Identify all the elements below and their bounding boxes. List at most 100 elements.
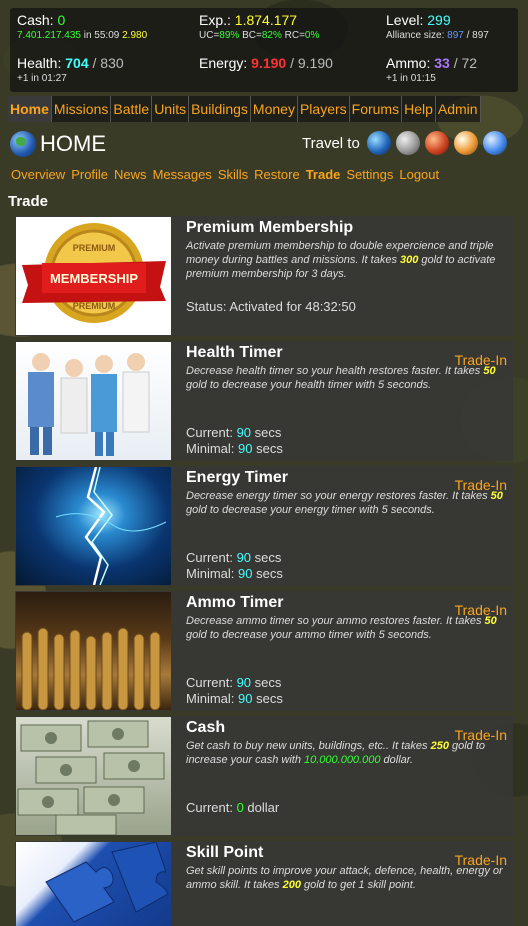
unit: secs	[251, 675, 282, 690]
main-nav: Home Missions Battle Units Buildings Mon…	[8, 96, 481, 122]
current-number: 90	[236, 550, 252, 565]
subnav-news[interactable]: News	[111, 166, 150, 184]
exp-value: 1.874.177	[234, 12, 298, 28]
rc-value: 0%	[304, 30, 320, 41]
gold-value: 2.980	[122, 30, 148, 41]
trade-card-premium: MEMBERSHIP PREMIUM PREMIUM Premium Membe…	[15, 216, 513, 336]
health-stat: Health: 704 / 830 +1 in 01:27	[17, 55, 124, 84]
minimal-label: Minimal:	[186, 441, 239, 456]
card-description: Decrease ammo timer so your ammo restore…	[186, 614, 508, 642]
current-value: Current: 90 secs	[186, 675, 281, 690]
nav-money[interactable]: Money	[251, 96, 298, 122]
health-value: 704	[65, 55, 89, 71]
card-description: Decrease energy timer so your energy res…	[186, 489, 508, 517]
nav-admin[interactable]: Admin	[436, 96, 481, 122]
alliance-value: 897	[447, 30, 464, 41]
bc-label: BC=	[242, 30, 262, 41]
nav-missions[interactable]: Missions	[52, 96, 112, 122]
unit: secs	[252, 441, 283, 456]
ammo-stat: Ammo: 33 / 72 +1 in 01:15	[386, 55, 477, 84]
current-label: Current:	[186, 425, 237, 440]
subnav-restore[interactable]: Restore	[251, 166, 303, 184]
venus-planet-icon[interactable]	[453, 131, 478, 155]
cash-stat: Cash: 0 7.401.217.435 in 55:09 2.980	[17, 12, 147, 41]
ammo-timer: +1 in 01:15	[386, 73, 436, 84]
minimal-value: Minimal: 90 secs	[186, 566, 283, 581]
trade-card-skill-point: Skill Point Trade-In Get skill points to…	[15, 841, 513, 926]
gold-cost: 50	[490, 490, 503, 502]
mars-planet-icon[interactable]	[424, 131, 449, 155]
nav-forums[interactable]: Forums	[350, 96, 403, 122]
unit: secs	[251, 425, 282, 440]
desc-part: gold to get 1 skill point.	[300, 879, 416, 891]
nav-buildings[interactable]: Buildings	[189, 96, 251, 122]
subnav-logout[interactable]: Logout	[396, 166, 442, 184]
subnav-overview[interactable]: Overview	[8, 166, 68, 184]
energy-max: / 9.190	[290, 55, 333, 71]
nav-battle[interactable]: Battle	[111, 96, 153, 122]
energy-label: Energy:	[199, 55, 248, 71]
membership-badge-image: MEMBERSHIP PREMIUM PREMIUM	[16, 217, 171, 335]
uc-label: UC=	[199, 30, 220, 41]
nav-home[interactable]: Home	[8, 96, 52, 122]
nav-units[interactable]: Units	[152, 96, 190, 122]
cash-sub: 7.401.217.435 in 55:09 2.980	[17, 30, 147, 41]
section-title: Trade	[8, 193, 49, 210]
card-title: Premium Membership	[186, 219, 354, 236]
membership-status: Status: Activated for 48:32:50	[186, 299, 356, 314]
desc-part: dollar.	[380, 754, 414, 766]
moon-planet-icon[interactable]	[395, 131, 420, 155]
nav-players[interactable]: Players	[298, 96, 350, 122]
energy-bolt-image	[16, 467, 171, 585]
cash-timer: in 55:09	[83, 30, 120, 41]
health-label: Health:	[17, 55, 62, 71]
trade-card-ammo: Ammo Timer Trade-In Decrease ammo timer …	[15, 591, 513, 711]
subnav-messages[interactable]: Messages	[150, 166, 215, 184]
alliance-label: Alliance size:	[386, 30, 445, 41]
card-title: Cash	[186, 719, 226, 736]
svg-text:MEMBERSHIP: MEMBERSHIP	[50, 271, 138, 286]
minimal-label: Minimal:	[186, 566, 239, 581]
earth-planet-icon[interactable]	[366, 131, 391, 155]
minimal-number: 90	[238, 441, 253, 456]
card-description: Get skill points to improve your attack,…	[186, 864, 508, 892]
desc-part: Decrease energy timer so your energy res…	[186, 490, 491, 502]
card-title: Health Timer	[186, 344, 283, 361]
neptune-planet-icon[interactable]	[482, 131, 507, 155]
current-label: Current:	[186, 675, 237, 690]
subnav-skills[interactable]: Skills	[215, 166, 251, 184]
card-title: Energy Timer	[186, 469, 288, 486]
ammo-max: / 72	[453, 55, 478, 71]
trade-card-cash: Cash Trade-In Get cash to buy new units,…	[15, 716, 513, 836]
minimal-value: Minimal: 90 secs	[186, 441, 283, 456]
health-max: / 830	[92, 55, 124, 71]
energy-value: 9.190	[251, 55, 287, 71]
health-timer: +1 in 01:27	[17, 73, 67, 84]
page-title: HOME	[40, 131, 106, 156]
exp-sub: UC=89% BC=82% RC=0%	[199, 30, 319, 41]
unit: secs	[251, 550, 282, 565]
desc-part: gold to decrease your health timer with …	[186, 379, 432, 391]
subnav-trade[interactable]: Trade	[303, 166, 344, 184]
desc-part: Decrease ammo timer so your ammo restore…	[186, 615, 485, 627]
bank-value: 7.401.217.435	[17, 30, 81, 41]
level-value: 299	[427, 12, 451, 28]
alliance-max: / 897	[466, 30, 489, 41]
cash-amount: 10.000.000.000	[304, 754, 381, 766]
page-header: HOME	[10, 131, 106, 157]
subnav-profile[interactable]: Profile	[68, 166, 111, 184]
current-label: Current:	[186, 550, 237, 565]
minimal-value: Minimal: 90 secs	[186, 691, 283, 706]
unit: secs	[252, 691, 283, 706]
uc-value: 89%	[219, 30, 240, 41]
globe-icon	[10, 131, 36, 157]
nav-help[interactable]: Help	[402, 96, 436, 122]
cash-value: 0	[57, 12, 66, 28]
desc-part: gold to decrease your ammo timer with 5 …	[186, 629, 432, 641]
desc-part: Get cash to buy new units, buildings, et…	[186, 740, 431, 752]
bullets-image	[16, 592, 171, 710]
card-description: Decrease health timer so your health res…	[186, 364, 508, 392]
current-value: Current: 90 secs	[186, 425, 281, 440]
trade-card-energy: Energy Timer Trade-In Decrease energy ti…	[15, 466, 513, 586]
subnav-settings[interactable]: Settings	[343, 166, 396, 184]
